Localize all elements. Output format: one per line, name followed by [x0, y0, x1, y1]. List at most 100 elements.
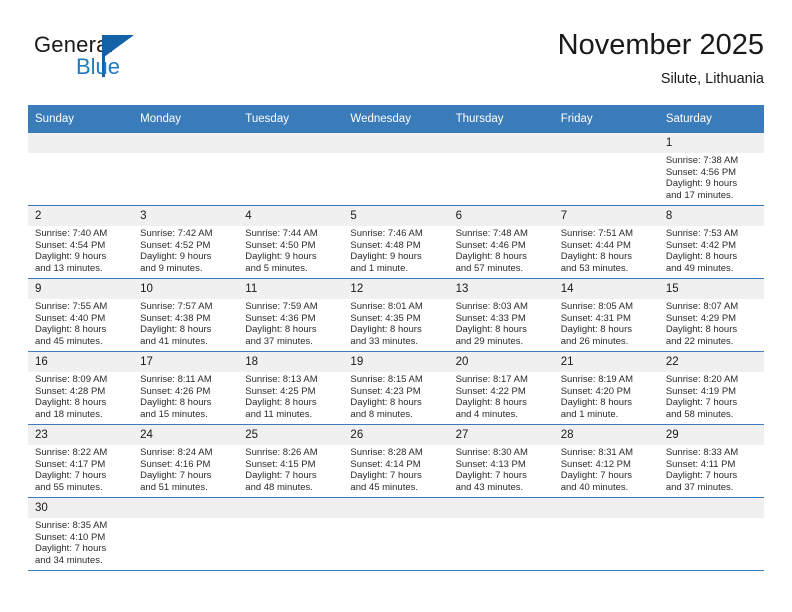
day-cell-inner: 18 Sunrise: 8:13 AM Sunset: 4:25 PM Dayligh…	[238, 352, 344, 424]
calendar-day-cell[interactable]: 22 Sunrise: 8:20 AM Sunset: 4:19 PM Dayligh…	[658, 351, 764, 425]
calendar-day-cell[interactable]: 29 Sunrise: 8:33 AM Sunset: 4:11 PM Dayligh…	[658, 424, 764, 498]
day-info-line: Daylight: 8 hours	[350, 397, 422, 409]
calendar-day-cell[interactable]: 7 Sunrise: 7:51 AM Sunset: 4:44 PM Daylight…	[553, 205, 659, 279]
day-info-line: Sunrise: 8:05 AM	[560, 301, 634, 312]
day-cell-inner: 8 Sunrise: 7:53 AM Sunset: 4:42 PM Daylight…	[658, 206, 764, 278]
day-info-line: Sunset: 4:52 PM	[140, 239, 211, 251]
calendar-empty-cell	[448, 133, 554, 206]
day-info-line: Sunrise: 8:31 AM	[560, 447, 634, 458]
day-info-line: Sunrise: 8:20 AM	[665, 374, 739, 385]
calendar-day-cell[interactable]: 27 Sunrise: 8:30 AM Sunset: 4:13 PM Dayligh…	[448, 424, 554, 498]
weekday-header-wednesday: Wednesday	[343, 105, 449, 133]
day-info-line: and 29 minutes.	[455, 335, 524, 347]
calendar-day-cell[interactable]: 23 Sunrise: 8:22 AM Sunset: 4:17 PM Dayligh…	[28, 424, 134, 498]
day-number	[553, 133, 659, 153]
calendar-week-row: 16 Sunrise: 8:09 AM Sunset: 4:28 PM Dayligh…	[28, 351, 764, 425]
day-cell-inner: 22 Sunrise: 8:20 AM Sunset: 4:19 PM Dayligh…	[658, 352, 764, 424]
day-cell-inner: 26 Sunrise: 8:28 AM Sunset: 4:14 PM Dayligh…	[343, 425, 449, 497]
day-info-line: and 43 minutes.	[455, 481, 524, 493]
calendar-day-cell[interactable]: 24 Sunrise: 8:24 AM Sunset: 4:16 PM Dayligh…	[133, 424, 239, 498]
day-number: 12	[343, 279, 449, 299]
day-info-line: Sunrise: 8:11 AM	[140, 374, 212, 385]
calendar-day-cell[interactable]: 1 Sunrise: 7:38 AM Sunset: 4:56 PM Daylight…	[658, 133, 764, 206]
day-info-line: and 22 minutes.	[665, 335, 734, 347]
day-number	[28, 133, 134, 153]
day-cell-inner: 11 Sunrise: 7:59 AM Sunset: 4:36 PM Dayligh…	[238, 279, 344, 351]
day-cell-inner: 12 Sunrise: 8:01 AM Sunset: 4:35 PM Dayligh…	[343, 279, 449, 351]
day-sun-info: Sunrise: 7:44 AM Sunset: 4:50 PM Daylight:…	[238, 226, 343, 274]
day-number	[238, 498, 344, 518]
day-info-line: and 45 minutes.	[350, 481, 419, 493]
calendar-week-row: 9 Sunrise: 7:55 AM Sunset: 4:40 PM Daylight…	[28, 278, 764, 352]
calendar-day-cell[interactable]: 9 Sunrise: 7:55 AM Sunset: 4:40 PM Daylight…	[28, 278, 134, 352]
calendar-day-cell[interactable]: 28 Sunrise: 8:31 AM Sunset: 4:12 PM Dayligh…	[553, 424, 659, 498]
calendar-day-cell[interactable]: 14 Sunrise: 8:05 AM Sunset: 4:31 PM Dayligh…	[553, 278, 659, 352]
calendar-day-cell[interactable]: 6 Sunrise: 7:48 AM Sunset: 4:46 PM Daylight…	[448, 205, 554, 279]
day-number	[553, 498, 659, 518]
day-sun-info: Sunrise: 7:40 AM Sunset: 4:54 PM Daylight:…	[28, 226, 133, 274]
day-info-line: Sunset: 4:20 PM	[560, 385, 631, 397]
day-info-line: Daylight: 9 hours	[35, 251, 107, 263]
day-info-line: Sunrise: 8:03 AM	[455, 301, 528, 312]
day-info-line: Sunset: 4:44 PM	[560, 239, 631, 251]
day-info-line: and 1 minute.	[560, 408, 619, 420]
day-cell-inner: 5 Sunrise: 7:46 AM Sunset: 4:48 PM Daylight…	[343, 206, 449, 278]
day-number	[238, 133, 344, 153]
calendar-day-cell[interactable]: 13 Sunrise: 8:03 AM Sunset: 4:33 PM Dayligh…	[448, 278, 554, 352]
day-info-line: Sunset: 4:29 PM	[665, 312, 737, 324]
day-info-line: and 58 minutes.	[665, 408, 734, 420]
day-info-line: Daylight: 7 hours	[35, 470, 107, 482]
day-number	[658, 498, 764, 518]
day-cell-inner: 16 Sunrise: 8:09 AM Sunset: 4:28 PM Dayligh…	[28, 352, 134, 424]
calendar-day-cell[interactable]: 17 Sunrise: 8:11 AM Sunset: 4:26 PM Dayligh…	[133, 351, 239, 425]
day-info-line: Daylight: 7 hours	[455, 470, 527, 482]
day-info-line: Sunrise: 7:40 AM	[35, 228, 108, 239]
day-info-line: Sunset: 4:26 PM	[140, 385, 211, 397]
day-info-line: and 11 minutes.	[245, 408, 313, 420]
calendar-day-cell[interactable]: 16 Sunrise: 8:09 AM Sunset: 4:28 PM Dayligh…	[28, 351, 134, 425]
day-info-line: Daylight: 8 hours	[560, 324, 632, 336]
day-number: 20	[448, 352, 554, 372]
calendar-day-cell[interactable]: 2 Sunrise: 7:40 AM Sunset: 4:54 PM Daylight…	[28, 205, 134, 279]
day-cell-inner	[28, 133, 134, 205]
calendar-day-cell[interactable]: 3 Sunrise: 7:42 AM Sunset: 4:52 PM Daylight…	[133, 205, 239, 279]
day-info-line: Sunrise: 8:26 AM	[245, 447, 318, 458]
day-cell-inner	[448, 133, 554, 205]
calendar-empty-cell	[238, 497, 344, 571]
calendar-day-cell[interactable]: 11 Sunrise: 7:59 AM Sunset: 4:36 PM Dayligh…	[238, 278, 344, 352]
day-info-line: Sunset: 4:25 PM	[245, 385, 316, 397]
brand-logo[interactable]: General Blue	[34, 32, 234, 90]
day-info-line: and 18 minutes.	[35, 408, 103, 420]
calendar-week-row: 1 Sunrise: 7:38 AM Sunset: 4:56 PM Daylight…	[28, 133, 764, 206]
calendar-day-cell[interactable]: 8 Sunrise: 7:53 AM Sunset: 4:42 PM Daylight…	[658, 205, 764, 279]
day-cell-inner	[448, 498, 554, 570]
day-sun-info: Sunrise: 8:05 AM Sunset: 4:31 PM Daylight:…	[554, 299, 659, 347]
day-info-line: Sunrise: 7:59 AM	[245, 301, 318, 312]
calendar-day-cell[interactable]: 10 Sunrise: 7:57 AM Sunset: 4:38 PM Dayligh…	[133, 278, 239, 352]
day-info-line: Daylight: 7 hours	[140, 470, 212, 482]
calendar-day-cell[interactable]: 12 Sunrise: 8:01 AM Sunset: 4:35 PM Dayligh…	[343, 278, 449, 352]
calendar-day-cell[interactable]: 4 Sunrise: 7:44 AM Sunset: 4:50 PM Daylight…	[238, 205, 344, 279]
day-info-line: Daylight: 8 hours	[35, 324, 107, 336]
day-info-line: Sunset: 4:31 PM	[560, 312, 631, 324]
day-number: 1	[658, 133, 764, 153]
weekday-header-friday: Friday	[553, 105, 659, 133]
calendar-day-cell[interactable]: 15 Sunrise: 8:07 AM Sunset: 4:29 PM Dayligh…	[658, 278, 764, 352]
calendar-day-cell[interactable]: 21 Sunrise: 8:19 AM Sunset: 4:20 PM Dayligh…	[553, 351, 659, 425]
calendar-day-cell[interactable]: 5 Sunrise: 7:46 AM Sunset: 4:48 PM Daylight…	[343, 205, 449, 279]
calendar-day-cell[interactable]: 18 Sunrise: 8:13 AM Sunset: 4:25 PM Dayligh…	[238, 351, 344, 425]
calendar-day-cell[interactable]: 30 Sunrise: 8:35 AM Sunset: 4:10 PM Dayligh…	[28, 497, 134, 571]
calendar-day-cell[interactable]: 20 Sunrise: 8:17 AM Sunset: 4:22 PM Dayligh…	[448, 351, 554, 425]
day-cell-inner	[553, 133, 659, 205]
calendar-day-cell[interactable]: 19 Sunrise: 8:15 AM Sunset: 4:23 PM Dayligh…	[343, 351, 449, 425]
day-sun-info: Sunrise: 7:55 AM Sunset: 4:40 PM Daylight:…	[28, 299, 133, 347]
day-info-line: Sunrise: 7:57 AM	[140, 301, 213, 312]
calendar-day-cell[interactable]: 25 Sunrise: 8:26 AM Sunset: 4:15 PM Dayligh…	[238, 424, 344, 498]
day-info-line: Sunset: 4:19 PM	[665, 385, 737, 397]
day-info-line: and 37 minutes.	[665, 481, 734, 493]
day-sun-info: Sunrise: 8:13 AM Sunset: 4:25 PM Daylight:…	[238, 372, 343, 420]
day-cell-inner	[658, 498, 764, 570]
calendar-day-cell[interactable]: 26 Sunrise: 8:28 AM Sunset: 4:14 PM Dayligh…	[343, 424, 449, 498]
day-info-line: Sunset: 4:16 PM	[140, 458, 211, 470]
day-sun-info: Sunrise: 8:31 AM Sunset: 4:12 PM Daylight:…	[554, 445, 659, 493]
